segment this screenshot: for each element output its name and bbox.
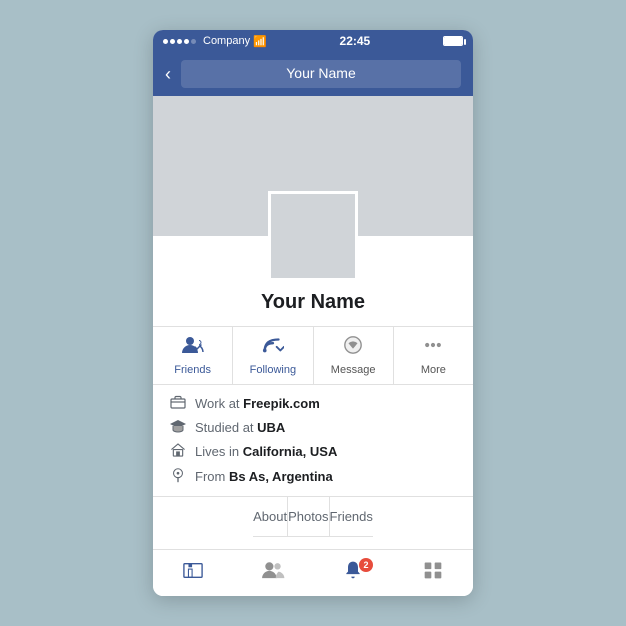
more-icon (422, 335, 444, 361)
following-label: Following (250, 364, 296, 376)
from-text: From Bs As, Argentina (195, 469, 333, 484)
more-label: More (421, 364, 446, 376)
bottom-notifications[interactable]: 2 (313, 560, 393, 586)
wifi-icon: 📶 (253, 35, 267, 48)
back-button[interactable]: ‹ (165, 64, 171, 85)
status-bar: Company 📶 22:45 (153, 30, 473, 52)
lives-text: Lives in California, USA (195, 444, 337, 459)
bottom-nav: 2 (153, 549, 473, 596)
home-nav-icon (182, 560, 204, 586)
action-buttons: Friends Following (153, 326, 473, 385)
pin-icon (169, 467, 187, 486)
nav-title: Your Name (286, 65, 356, 81)
message-button[interactable]: Message (314, 327, 394, 384)
study-info-row: Studied at UBA (169, 419, 457, 436)
signal-dots (163, 39, 196, 44)
study-icon (169, 419, 187, 436)
bottom-menu[interactable] (393, 560, 473, 586)
work-icon (169, 395, 187, 412)
phone-frame: Company 📶 22:45 ‹ Your Name Your Name (153, 30, 473, 596)
friends-label: Friends (174, 364, 211, 376)
bottom-home[interactable] (153, 560, 233, 586)
nav-bar: ‹ Your Name (153, 52, 473, 96)
status-right (443, 36, 463, 46)
tab-photos[interactable]: Photos (288, 497, 329, 536)
info-section: Work at Freepik.com Studied at UBA Lives… (153, 385, 473, 497)
message-icon (342, 335, 364, 361)
friends-icon (182, 335, 204, 361)
notification-badge: 2 (359, 558, 373, 572)
friends-nav-icon (261, 560, 285, 586)
status-left: Company 📶 (163, 35, 267, 48)
home-info-row: Lives in California, USA (169, 443, 457, 460)
following-icon (262, 335, 284, 361)
bottom-friends[interactable] (233, 560, 313, 586)
profile-tabs: About Photos Friends (253, 497, 373, 537)
following-button[interactable]: Following (233, 327, 313, 384)
from-info-row: From Bs As, Argentina (169, 467, 457, 486)
menu-nav-icon (422, 560, 444, 586)
home-icon (169, 443, 187, 460)
tab-friends[interactable]: Friends (330, 497, 373, 536)
nav-title-box: Your Name (181, 60, 461, 88)
tab-about[interactable]: About (253, 497, 288, 536)
profile-section: Your Name Friends (153, 236, 473, 549)
more-button[interactable]: More (394, 327, 473, 384)
friends-button[interactable]: Friends (153, 327, 233, 384)
time-display: 22:45 (340, 34, 371, 48)
profile-avatar (268, 191, 358, 281)
profile-name: Your Name (261, 291, 365, 314)
work-text: Work at Freepik.com (195, 396, 320, 411)
battery-icon (443, 36, 463, 46)
carrier-label: Company (203, 35, 250, 47)
work-info-row: Work at Freepik.com (169, 395, 457, 412)
study-text: Studied at UBA (195, 420, 285, 435)
message-label: Message (331, 364, 376, 376)
